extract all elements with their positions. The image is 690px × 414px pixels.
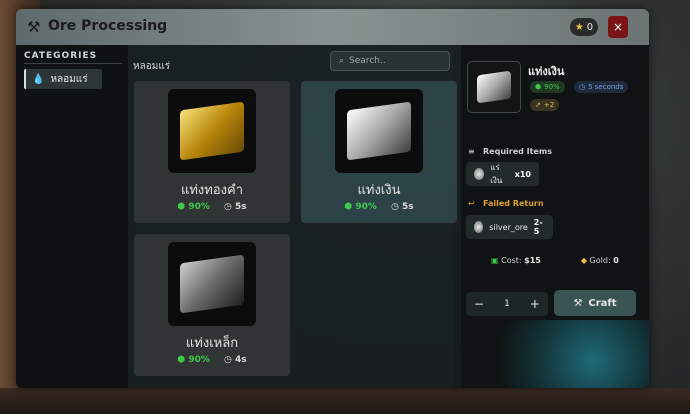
close-icon: × [612,20,624,34]
cost-info: ▣ Cost: $15 [491,256,541,265]
ore-icon [474,168,485,180]
droplet-icon: 💧 [32,73,45,85]
cost-row: ▣ Cost: $15 ◆ Gold: 0 [491,256,619,265]
decorative-art [461,320,649,388]
layers-icon: ≡ [468,147,475,156]
craft-time: ◷ 4s [223,355,247,365]
success-rate: ⬢ 90% [344,202,377,212]
background-floor [0,388,690,414]
tools-icon: ⚒ [27,18,41,36]
decrement-button[interactable]: − [474,297,484,311]
required-item-name: แร่เงิน [490,163,503,185]
failed-item-qty: 2-5 [533,218,543,236]
card-stats: ⬢ 90% ◷ 5s [301,202,457,212]
details-panel: แท่งเงิน ⬢ 90% ◷ 5 seconds ↗ +2 ≡ Requir… [461,45,649,388]
craft-label: Craft [588,297,617,309]
cash-icon: ▣ [491,256,499,265]
category-sidebar: CATEGORIES 💧 หลอมแร่ [16,45,128,388]
gold-icon: ◆ [580,256,587,265]
gold-bar-icon [180,101,244,161]
recipe-card-silver[interactable]: แท่งเงิน ⬢ 90% ◷ 5s [301,81,457,223]
card-name: แท่งเงิน [357,183,401,198]
star-icon: ★ [574,21,584,33]
card-stats: ⬢ 90% ◷ 5s [134,202,290,212]
hammer-icon: ⚒ [573,297,583,309]
selected-item-image [467,61,521,113]
title-bar: ⚒ Ore Processing ★ 0 × [16,9,649,45]
card-name: แท่งทองคำ [180,183,244,198]
silver-bar-icon [477,70,511,104]
item-image [168,89,256,173]
window-title: Ore Processing [48,18,168,34]
silver-bar-icon [347,101,411,161]
sidebar-item-label: หลอมแร่ [50,73,88,85]
failed-item-name: silver_ore [489,222,528,232]
star-count: 0 [586,21,594,33]
recipe-card-gold[interactable]: แท่งทองคำ ⬢ 90% ◷ 5s [134,81,290,223]
section-title: หลอมแร่ [133,61,171,72]
success-rate: ⬢ 90% [177,202,210,212]
close-button[interactable]: × [608,16,628,38]
failed-return-chip: silver_ore 2-5 [466,215,553,239]
success-rate: ⬢ 90% [177,355,210,365]
item-image [335,89,423,173]
increment-button[interactable]: + [530,297,540,311]
divider [24,63,122,64]
sidebar-item-smelting[interactable]: 💧 หลอมแร่ [24,69,102,89]
search-placeholder: Search.. [349,56,386,66]
craft-button[interactable]: ⚒ Craft [554,290,636,316]
card-stats: ⬢ 90% ◷ 4s [134,355,290,365]
selected-item-name: แท่งเงิน [528,65,565,78]
required-item-chip: แร่เงิน x10 [466,162,539,186]
star-badge: ★ 0 [570,18,598,36]
item-image [168,242,256,326]
recipe-grid: หลอมแร่ ⌕ Search.. แท่งทองคำ ⬢ 90% ◷ 5s … [128,45,457,388]
categories-heading: CATEGORIES [24,51,98,61]
craft-time: ◷ 5s [390,202,414,212]
required-heading: Required Items [483,147,552,156]
return-icon: ↩ [468,199,475,208]
time-badge: ◷ 5 seconds [574,81,629,93]
quantity-value[interactable]: 1 [504,299,510,309]
quantity-stepper[interactable]: − 1 + [466,292,548,316]
ore-icon [474,221,484,233]
iron-bar-icon [180,254,244,314]
success-rate-badge: ⬢ 90% [530,81,565,93]
gold-info: ◆ Gold: 0 [580,256,619,265]
craft-time: ◷ 5s [223,202,247,212]
xp-badge: ↗ +2 [530,99,560,111]
search-icon: ⌕ [339,56,345,66]
failed-heading: Failed Return [483,199,544,208]
search-input[interactable]: ⌕ Search.. [330,51,450,71]
ore-processing-window: ⚒ Ore Processing ★ 0 × CATEGORIES 💧 หลอม… [16,9,649,388]
card-name: แท่งเหล็ก [185,336,239,351]
required-item-qty: x10 [514,169,531,179]
recipe-card-iron[interactable]: แท่งเหล็ก ⬢ 90% ◷ 4s [134,234,290,376]
